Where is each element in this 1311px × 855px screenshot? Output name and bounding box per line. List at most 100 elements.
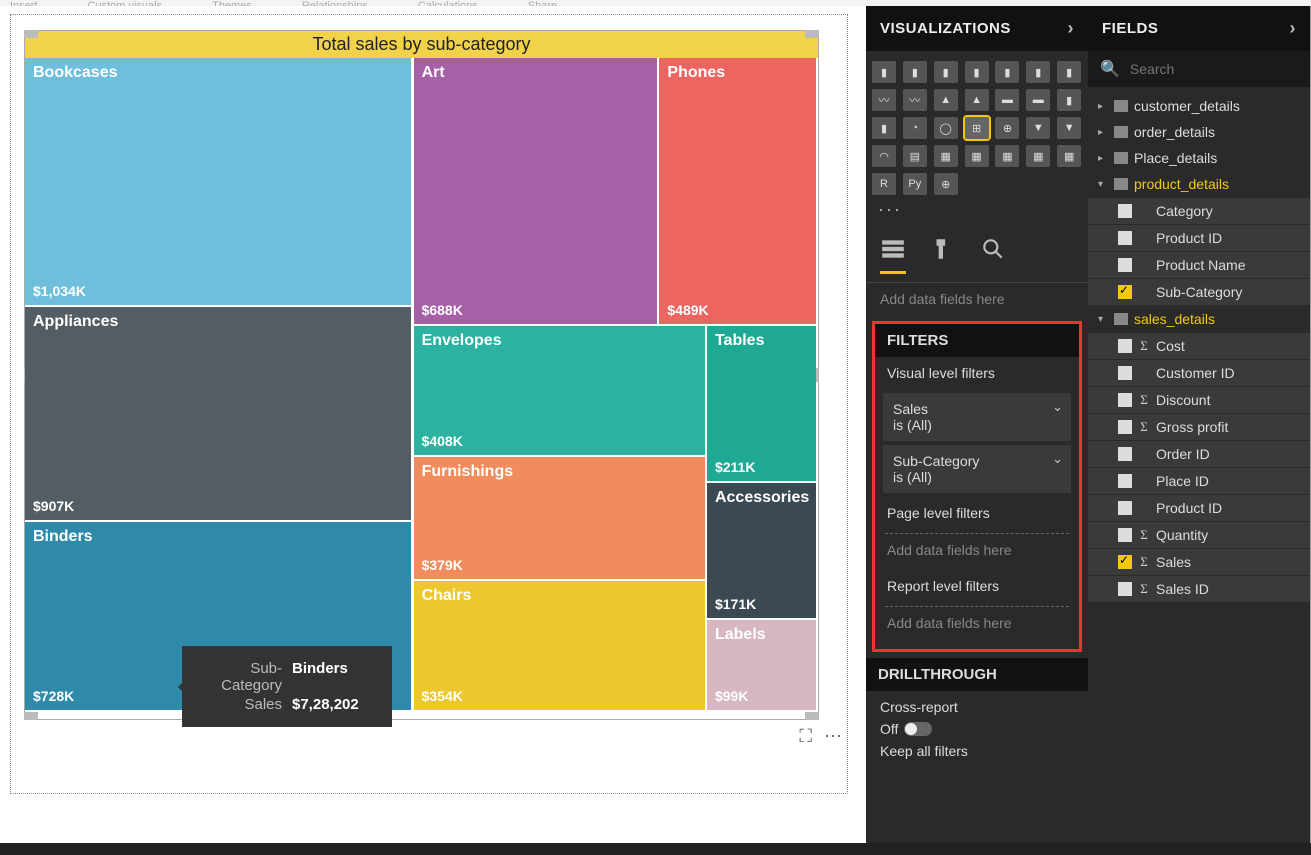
field-node[interactable]: ΣCost [1088, 333, 1310, 359]
treemap-cell[interactable]: Chairs$354K [414, 581, 705, 710]
viz-type-icon[interactable]: ▦ [1026, 145, 1050, 167]
viz-type-icon[interactable]: ▮ [872, 117, 896, 139]
viz-type-icon[interactable]: ▬ [1026, 89, 1050, 111]
field-node[interactable]: Product ID [1088, 495, 1310, 521]
fields-tree[interactable]: ▸customer_details▸order_details▸Place_de… [1088, 87, 1310, 807]
expand-icon[interactable]: ▸ [1098, 101, 1108, 112]
analytics-tab-icon[interactable] [980, 236, 1006, 274]
viz-type-icon[interactable]: 〰 [872, 89, 896, 111]
more-options-icon[interactable]: ⋯ [824, 726, 842, 747]
viz-type-icon[interactable]: ▮ [934, 61, 958, 83]
viz-type-icon[interactable]: R [872, 173, 896, 195]
field-checkbox[interactable] [1118, 582, 1132, 596]
chevron-down-icon[interactable]: ⌄ [1052, 399, 1063, 415]
field-well-hint[interactable]: Add data fields here [866, 283, 1088, 315]
field-checkbox[interactable] [1118, 501, 1132, 515]
expand-icon[interactable]: ▾ [1098, 314, 1108, 325]
field-checkbox[interactable] [1118, 528, 1132, 542]
field-node[interactable]: Customer ID [1088, 360, 1310, 386]
treemap-cell[interactable]: Envelopes$408K [414, 326, 705, 455]
viz-type-icon[interactable]: ⊕ [934, 173, 958, 195]
treemap-cell[interactable]: Art$688K [414, 58, 657, 324]
treemap-cell[interactable]: Bookcases$1,034K [25, 58, 411, 305]
treemap-cell[interactable]: Labels$99K [707, 620, 816, 710]
viz-type-icon[interactable]: ▲ [965, 89, 989, 111]
resize-handle[interactable] [805, 712, 819, 720]
treemap-cell[interactable]: Tables$211K [707, 326, 816, 481]
field-node[interactable]: Product ID [1088, 225, 1310, 251]
treemap-visual[interactable]: Total sales by sub-category Bookcases$1,… [24, 30, 819, 720]
resize-handle[interactable] [24, 30, 38, 38]
viz-type-icon[interactable]: ▦ [965, 145, 989, 167]
viz-type-icon[interactable]: 〰 [903, 89, 927, 111]
viz-type-icon[interactable]: ▮ [1026, 61, 1050, 83]
viz-type-icon[interactable]: ⊕ [995, 117, 1019, 139]
table-node[interactable]: ▸order_details [1088, 119, 1310, 145]
viz-type-icon[interactable]: ▮ [1057, 89, 1081, 111]
table-node[interactable]: ▸customer_details [1088, 93, 1310, 119]
viz-type-icon[interactable]: ▮ [995, 61, 1019, 83]
resize-handle[interactable] [24, 712, 38, 720]
viz-type-icon[interactable]: ▬ [995, 89, 1019, 111]
viz-type-icon[interactable]: ▼ [1057, 117, 1081, 139]
field-checkbox[interactable] [1118, 231, 1132, 245]
field-node[interactable]: ΣSales ID [1088, 576, 1310, 602]
filter-card[interactable]: Sub-Categoryis (All)⌄ [883, 445, 1071, 493]
treemap-body[interactable]: Bookcases$1,034KAppliances$907KBinders$7… [25, 58, 818, 712]
field-checkbox[interactable] [1118, 339, 1132, 353]
fields-header[interactable]: FIELDS › [1088, 6, 1310, 51]
viz-type-icon[interactable]: ▦ [1057, 145, 1081, 167]
viz-type-icon[interactable]: ◔ [903, 117, 927, 139]
field-format-tabs[interactable] [866, 228, 1088, 283]
field-node[interactable]: Order ID [1088, 441, 1310, 467]
fields-search[interactable]: 🔍 [1088, 51, 1310, 87]
filter-card[interactable]: Salesis (All)⌄ [883, 393, 1071, 441]
viz-type-icon[interactable]: ◠ [872, 145, 896, 167]
field-checkbox[interactable] [1118, 366, 1132, 380]
table-node[interactable]: ▾sales_details [1088, 306, 1310, 332]
field-checkbox[interactable] [1118, 285, 1132, 299]
field-checkbox[interactable] [1118, 204, 1132, 218]
field-node[interactable]: ΣDiscount [1088, 387, 1310, 413]
treemap-cell[interactable]: Furnishings$379K [414, 457, 705, 579]
focus-mode-icon[interactable]: ⛶ [799, 726, 812, 747]
treemap-cell[interactable]: Phones$489K [659, 58, 815, 324]
viz-type-icon[interactable]: ◯ [934, 117, 958, 139]
viz-type-icon[interactable]: ▮ [903, 61, 927, 83]
field-node[interactable]: ΣGross profit [1088, 414, 1310, 440]
viz-type-icon[interactable]: ⊞ [965, 117, 989, 139]
field-checkbox[interactable] [1118, 447, 1132, 461]
search-input[interactable] [1130, 61, 1298, 77]
expand-icon[interactable]: ▸ [1098, 127, 1108, 138]
field-node[interactable]: Product Name [1088, 252, 1310, 278]
viz-type-icon[interactable]: ▮ [965, 61, 989, 83]
chevron-right-icon[interactable]: › [1290, 18, 1297, 39]
table-node[interactable]: ▸Place_details [1088, 145, 1310, 171]
viz-type-icon[interactable]: ▼ [1026, 117, 1050, 139]
field-checkbox[interactable] [1118, 393, 1132, 407]
treemap-cell[interactable]: Appliances$907K [25, 307, 411, 521]
field-node[interactable]: ΣQuantity [1088, 522, 1310, 548]
viz-type-icon[interactable]: ▦ [995, 145, 1019, 167]
viz-type-icon[interactable]: Py [903, 173, 927, 195]
field-node[interactable]: Place ID [1088, 468, 1310, 494]
field-node[interactable]: Sub-Category [1088, 279, 1310, 305]
field-checkbox[interactable] [1118, 555, 1132, 569]
report-filters-slot[interactable]: Add data fields here [885, 606, 1069, 639]
viz-more-icon[interactable]: ··· [866, 199, 1088, 228]
format-tab-icon[interactable] [930, 236, 956, 274]
expand-icon[interactable]: ▸ [1098, 153, 1108, 164]
table-node[interactable]: ▾product_details [1088, 171, 1310, 197]
chevron-down-icon[interactable]: ⌄ [1052, 451, 1063, 467]
viz-type-icon[interactable]: ▦ [934, 145, 958, 167]
viz-type-gallery[interactable]: ▮▮▮▮▮▮▮〰〰▲▲▬▬▮▮◔◯⊞⊕▼▼◠▤▦▦▦▦▦RPy⊕ [866, 51, 1088, 199]
field-node[interactable]: ΣSales [1088, 549, 1310, 575]
viz-type-icon[interactable]: ▮ [1057, 61, 1081, 83]
treemap-cell[interactable]: Accessories$171K [707, 483, 816, 618]
field-checkbox[interactable] [1118, 420, 1132, 434]
viz-type-icon[interactable]: ▮ [872, 61, 896, 83]
visualizations-header[interactable]: VISUALIZATIONS › [866, 6, 1088, 51]
field-node[interactable]: Category [1088, 198, 1310, 224]
fields-tab-icon[interactable] [880, 236, 906, 274]
viz-type-icon[interactable]: ▤ [903, 145, 927, 167]
